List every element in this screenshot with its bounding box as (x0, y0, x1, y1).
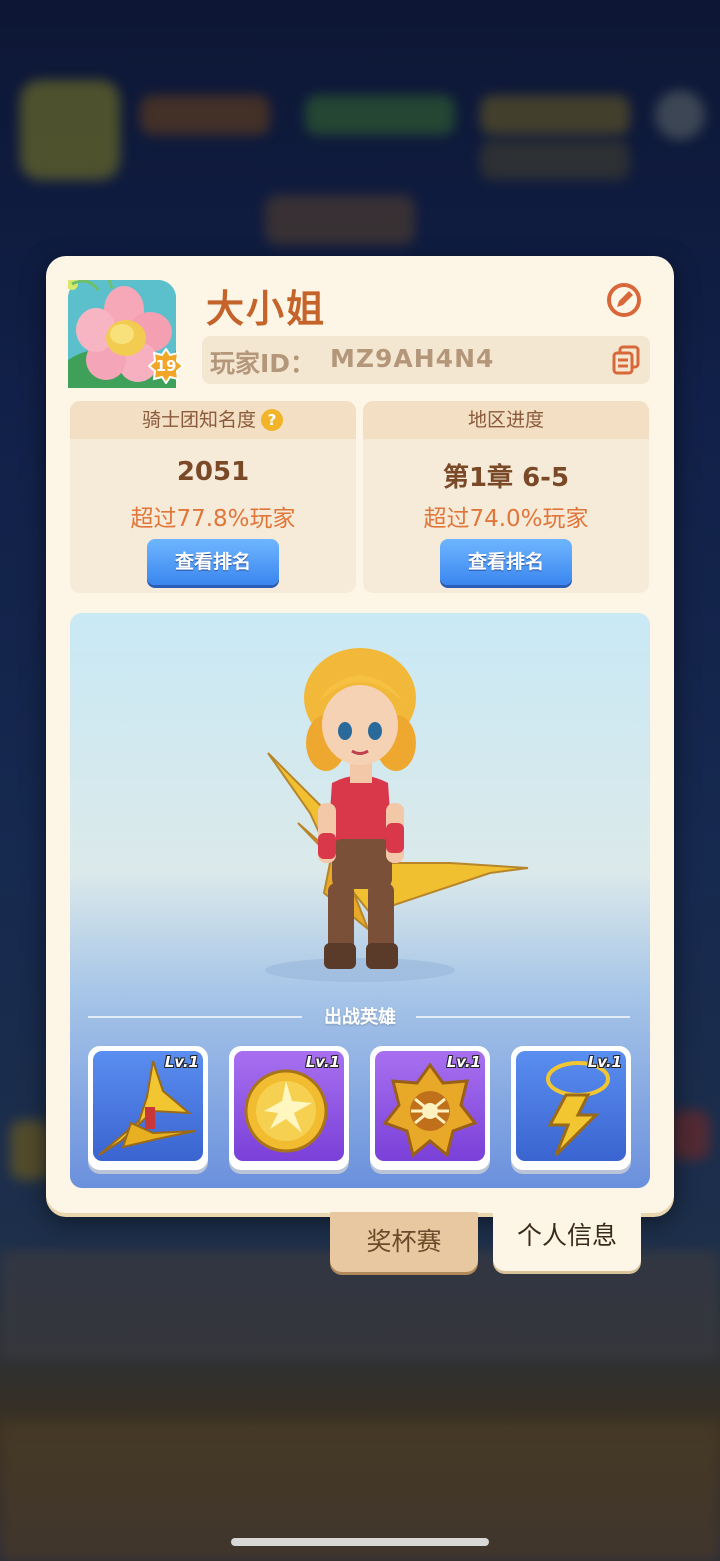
help-icon[interactable]: ? (260, 407, 284, 431)
tab-trophy-cup[interactable]: 奖杯赛 (330, 1212, 478, 1272)
region-progress-percentile: 超过74.0%玩家 (423, 506, 589, 532)
home-indicator[interactable] (231, 1538, 489, 1546)
background-side-button (10, 1120, 50, 1180)
svg-text:?: ? (268, 411, 277, 429)
edit-icon (607, 283, 641, 317)
hero-character[interactable] (70, 613, 650, 1003)
fame-stat-header: 骑士团知名度? (70, 401, 356, 439)
copy-icon (612, 345, 640, 375)
tab-personal-info[interactable]: 个人信息 (493, 1206, 641, 1271)
background-resource (305, 95, 455, 135)
battle-heroes-title: 出战英雄 (324, 1007, 396, 1028)
region-view-ranking-button[interactable]: 查看排名 (440, 539, 572, 585)
background-side-button (670, 1110, 710, 1160)
region-progress-title: 地区进度 (363, 401, 649, 439)
player-id-value: MZ9AH4N4 (330, 344, 495, 373)
edit-name-button[interactable] (604, 280, 644, 320)
equipment-slot-1[interactable]: Lv.1 (88, 1046, 208, 1170)
fame-stat-percentile: 超过77.8%玩家 (130, 506, 296, 532)
background-resource (480, 140, 630, 180)
region-progress-box: 地区进度 第1章 6-5 超过74.0%玩家 查看排名 (363, 401, 649, 593)
level-badge: 19 (147, 347, 185, 385)
equipment-level: Lv.1 (587, 1053, 622, 1071)
equipment-slot-3[interactable]: Lv.1 (370, 1046, 490, 1170)
equipment-slot-bg: Lv.1 (516, 1051, 626, 1161)
fame-stat-box: 骑士团知名度? 2051 超过77.8%玩家 查看排名 (70, 401, 356, 593)
background-resource (140, 95, 270, 135)
equipment-level: Lv.1 (305, 1053, 340, 1071)
hero-showcase: 出战英雄 Lv.1 Lv.1 Lv.1 Lv.1 (70, 613, 650, 1188)
background-avatar (20, 80, 120, 180)
equipment-level: Lv.1 (164, 1053, 199, 1071)
equipment-level: Lv.1 (446, 1053, 481, 1071)
equipment-slot-bg: Lv.1 (234, 1051, 344, 1161)
player-id-bar: 玩家ID： MZ9AH4N4 (202, 336, 650, 384)
background-banner (265, 195, 415, 245)
equipment-list: Lv.1 Lv.1 Lv.1 Lv.1 (88, 1046, 638, 1171)
fame-stat-value: 2051 (176, 457, 250, 487)
fame-view-ranking-button[interactable]: 查看排名 (147, 539, 279, 585)
equipment-slot-bg: Lv.1 (375, 1051, 485, 1161)
equipment-slot-2[interactable]: Lv.1 (229, 1046, 349, 1170)
battle-heroes-heading: 出战英雄 (70, 1003, 650, 1029)
copy-id-button[interactable] (610, 344, 642, 376)
player-id-label: 玩家ID： (210, 349, 316, 378)
equipment-slot-bg: Lv.1 (93, 1051, 203, 1161)
equipment-slot-4[interactable]: Lv.1 (511, 1046, 631, 1170)
level-value: 19 (155, 357, 177, 375)
fame-stat-title: 骑士团知名度 (141, 409, 256, 431)
background-resource (480, 95, 630, 135)
background-settings (655, 90, 705, 140)
region-progress-value: 第1章 6-5 (442, 463, 570, 493)
profile-card: 19 大小姐 玩家ID： MZ9AH4N4 骑士团知名度? 2051 超过77.… (46, 256, 674, 1213)
player-name: 大小姐 (206, 287, 327, 331)
